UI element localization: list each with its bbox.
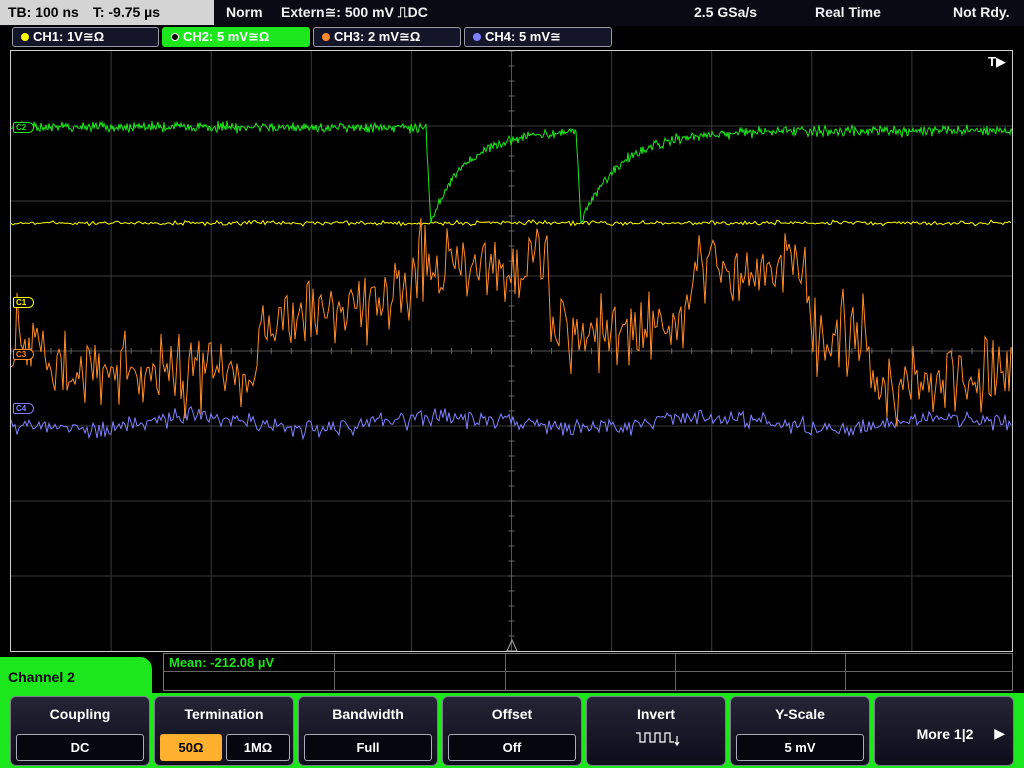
waveform-canvas	[11, 51, 1012, 651]
y-scale-value[interactable]: 5 mV	[736, 734, 864, 761]
next-page-icon: ▶	[994, 725, 1005, 741]
offset-title: Offset	[491, 706, 533, 722]
channel-tabs: CH1: 1V≅Ω CH2: 5 mV≅Ω CH3: 2 mV≅Ω CH4: 5…	[0, 26, 1024, 48]
measurement-divider	[164, 671, 1012, 672]
acquisition-mode[interactable]: Real Time	[815, 0, 881, 25]
trigger-mode[interactable]: Norm	[226, 0, 263, 25]
invert-softkey[interactable]: Invert	[586, 696, 726, 766]
ch4-ground-marker[interactable]: C4	[13, 403, 35, 414]
tab-ch2[interactable]: CH2: 5 mV≅Ω	[162, 27, 310, 47]
ch3-label: CH3: 2 mV≅Ω	[334, 29, 421, 44]
measurement-divider	[505, 654, 506, 690]
trigger-time-value: T: -9.75 µs	[92, 4, 161, 20]
ch2-ground-marker[interactable]: C2	[13, 122, 35, 133]
timebase-readout[interactable]: TB: 100 ns T: -9.75 µs	[0, 0, 214, 25]
termination-1mohm-option[interactable]: 1MΩ	[226, 734, 290, 761]
coupling-title: Coupling	[49, 706, 111, 722]
trigger-state: Not Rdy.	[953, 4, 1010, 20]
bandwidth-value[interactable]: Full	[304, 734, 432, 761]
offset-softkey[interactable]: Offset Off	[442, 696, 582, 766]
termination-softkey[interactable]: Termination 50Ω 1MΩ	[154, 696, 294, 766]
termination-title: Termination	[184, 706, 264, 722]
mean-measurement[interactable]: Mean: -212.08 µV	[169, 655, 274, 670]
waveform-display[interactable]: T▶ C2 C1 C3 C4	[10, 50, 1013, 652]
sample-rate[interactable]: 2.5 GSa/s	[694, 0, 757, 25]
ch1-ground-marker[interactable]: C1	[13, 297, 35, 308]
y-scale-title: Y-Scale	[775, 706, 825, 722]
softkey-bar: Coupling DC Termination 50Ω 1MΩ Bandwidt…	[0, 693, 1024, 768]
measurement-divider	[675, 654, 676, 690]
measurement-panel: Mean: -212.08 µV	[163, 653, 1013, 691]
ch3-ground-marker[interactable]: C3	[13, 349, 35, 360]
tab-ch4[interactable]: CH4: 5 mV≅	[464, 27, 612, 47]
ch1-color-dot	[21, 33, 29, 41]
more-softkey[interactable]: More 1|2 ▶	[874, 696, 1014, 766]
coupling-value[interactable]: DC	[16, 734, 144, 761]
offset-value[interactable]: Off	[448, 734, 576, 761]
ch4-color-dot	[473, 33, 481, 41]
measurement-divider	[334, 654, 335, 690]
bandwidth-softkey[interactable]: Bandwidth Full	[298, 696, 438, 766]
tab-ch1[interactable]: CH1: 1V≅Ω	[12, 27, 159, 47]
invert-waveform-icon	[636, 732, 680, 747]
ch3-color-dot	[322, 33, 330, 41]
y-scale-softkey[interactable]: Y-Scale 5 mV	[730, 696, 870, 766]
bandwidth-title: Bandwidth	[332, 706, 404, 722]
timebase-value: TB: 100 ns	[8, 4, 79, 20]
measurement-divider	[845, 654, 846, 690]
termination-50ohm-option[interactable]: 50Ω	[160, 734, 222, 761]
ch1-label: CH1: 1V≅Ω	[33, 29, 105, 44]
ch2-label: CH2: 5 mV≅Ω	[183, 29, 270, 44]
trigger-source[interactable]: Extern≅: 500 mV ⎍DC	[281, 0, 428, 25]
invert-title: Invert	[636, 706, 676, 722]
status-bar: TB: 100 ns T: -9.75 µs Norm Extern≅: 500 …	[0, 0, 1024, 26]
coupling-softkey[interactable]: Coupling DC	[10, 696, 150, 766]
ch2-color-dot	[171, 33, 179, 41]
ch4-label: CH4: 5 mV≅	[485, 29, 561, 44]
trigger-level-icon[interactable]: T▶	[988, 54, 1006, 70]
tab-ch3[interactable]: CH3: 2 mV≅Ω	[313, 27, 461, 47]
